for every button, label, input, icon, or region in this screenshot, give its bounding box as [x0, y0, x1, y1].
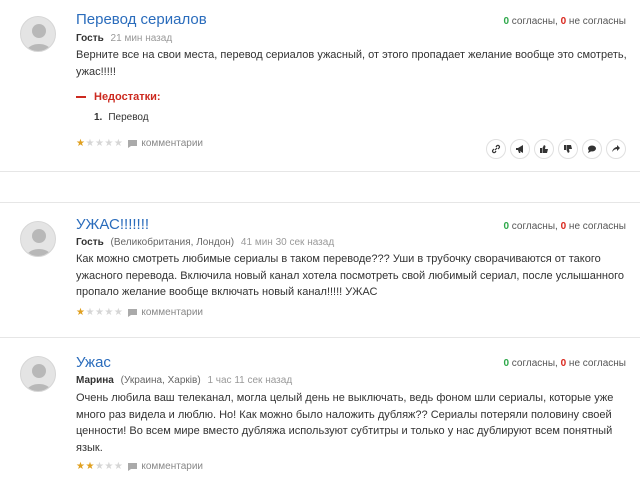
comments-label: комментарии	[141, 138, 203, 149]
author-name: Гость	[76, 237, 104, 248]
cons-item-text: Перевод	[108, 112, 149, 123]
agree-label: согласны,	[511, 221, 558, 232]
review-title[interactable]: УЖАС!!!!!!!	[76, 216, 149, 233]
comments-label: комментарии	[141, 307, 203, 318]
avatar	[20, 16, 56, 52]
disagree-label: не согласны	[568, 221, 626, 232]
star-empty-icon: ★	[85, 306, 95, 318]
cons-item-number: 1.	[94, 112, 103, 123]
divider	[0, 171, 640, 172]
avatar	[20, 356, 56, 392]
review-3: Ужас 0 согласны, 0 не согласны Марина (У…	[0, 337, 640, 478]
comment-bubble-icon	[128, 462, 138, 471]
comments-label: комментарии	[141, 461, 203, 472]
agree-label: согласны,	[511, 358, 558, 369]
dash-icon	[76, 96, 86, 99]
avatar	[20, 221, 56, 257]
star-empty-icon: ★	[113, 306, 123, 318]
rating-row: ★ ★ ★ ★ ★ комментарии	[76, 461, 203, 472]
author-location: (Великобритания, Лондон)	[110, 237, 235, 248]
comments-link[interactable]: комментарии	[127, 461, 203, 472]
rating-row: ★ ★ ★ ★ ★ комментарии	[76, 307, 203, 318]
star-filled-icon: ★	[76, 306, 85, 318]
star-empty-icon: ★	[104, 306, 114, 318]
star-empty-icon: ★	[113, 460, 123, 472]
author-name: Марина	[76, 375, 114, 386]
review-2: УЖАС!!!!!!! 0 согласны, 0 не согласны Го…	[0, 202, 640, 340]
share-icon[interactable]	[606, 139, 626, 159]
agree-count: 0	[503, 358, 510, 369]
timestamp: 1 час 11 сек назад	[207, 375, 293, 386]
cons-heading-label: Недостатки:	[94, 91, 161, 103]
star-filled-icon: ★	[76, 137, 85, 149]
comments-link[interactable]: комментарии	[127, 138, 203, 149]
link-icon[interactable]	[486, 139, 506, 159]
star-empty-icon: ★	[94, 306, 104, 318]
disagree-count: 0	[560, 16, 567, 27]
vote-summary: 0 согласны, 0 не согласны	[503, 358, 626, 369]
star-empty-icon: ★	[94, 460, 104, 472]
star-rating: ★ ★ ★ ★ ★	[76, 306, 123, 318]
action-toolbar	[482, 139, 626, 159]
review-meta: Гость (Великобритания, Лондон) 41 мин 30…	[76, 237, 334, 248]
review-meta: Гость 21 мин назад	[76, 33, 172, 44]
star-empty-icon: ★	[104, 460, 114, 472]
agree-count: 0	[503, 16, 510, 27]
star-empty-icon: ★	[94, 137, 104, 149]
thumbs-down-icon[interactable]	[558, 139, 578, 159]
megaphone-icon[interactable]	[510, 139, 530, 159]
star-rating: ★ ★ ★ ★ ★	[76, 460, 123, 472]
star-filled-icon: ★	[76, 460, 85, 472]
star-rating: ★ ★ ★ ★ ★	[76, 137, 123, 149]
disagree-label: не согласны	[568, 358, 626, 369]
thumbs-up-icon[interactable]	[534, 139, 554, 159]
disagree-count: 0	[560, 221, 567, 232]
agree-label: согласны,	[511, 16, 558, 27]
comment-bubble-icon	[128, 308, 138, 317]
cons-heading: Недостатки:	[76, 91, 161, 103]
comment-icon[interactable]	[582, 139, 602, 159]
star-filled-icon: ★	[85, 460, 95, 472]
timestamp: 21 мин назад	[110, 33, 173, 44]
review-title[interactable]: Ужас	[76, 354, 111, 371]
timestamp: 41 мин 30 сек назад	[240, 237, 335, 248]
review-text: Верните все на свои места, перевод сериа…	[76, 49, 627, 78]
comments-link[interactable]: комментарии	[127, 307, 203, 318]
cons-list: 1. Перевод	[94, 112, 149, 123]
disagree-label: не согласны	[568, 16, 626, 27]
review-text: Очень любила ваш телеканал, могла целый …	[76, 392, 614, 454]
star-empty-icon: ★	[104, 137, 114, 149]
star-empty-icon: ★	[85, 137, 95, 149]
author-name: Гость	[76, 33, 104, 44]
rating-row: ★ ★ ★ ★ ★ комментарии	[76, 138, 203, 149]
vote-summary: 0 согласны, 0 не согласны	[503, 221, 626, 232]
review-text: Как можно смотреть любимые сериалы в так…	[76, 253, 625, 298]
star-empty-icon: ★	[113, 137, 123, 149]
review-title[interactable]: Перевод сериалов	[76, 11, 207, 28]
agree-count: 0	[503, 221, 510, 232]
comment-bubble-icon	[128, 139, 138, 148]
vote-summary: 0 согласны, 0 не согласны	[503, 16, 626, 27]
review-1: Перевод сериалов 0 согласны, 0 не соглас…	[0, 0, 640, 170]
review-meta: Марина (Украина, Харків) 1 час 11 сек на…	[76, 375, 292, 386]
author-location: (Украина, Харків)	[120, 375, 201, 386]
disagree-count: 0	[560, 358, 567, 369]
